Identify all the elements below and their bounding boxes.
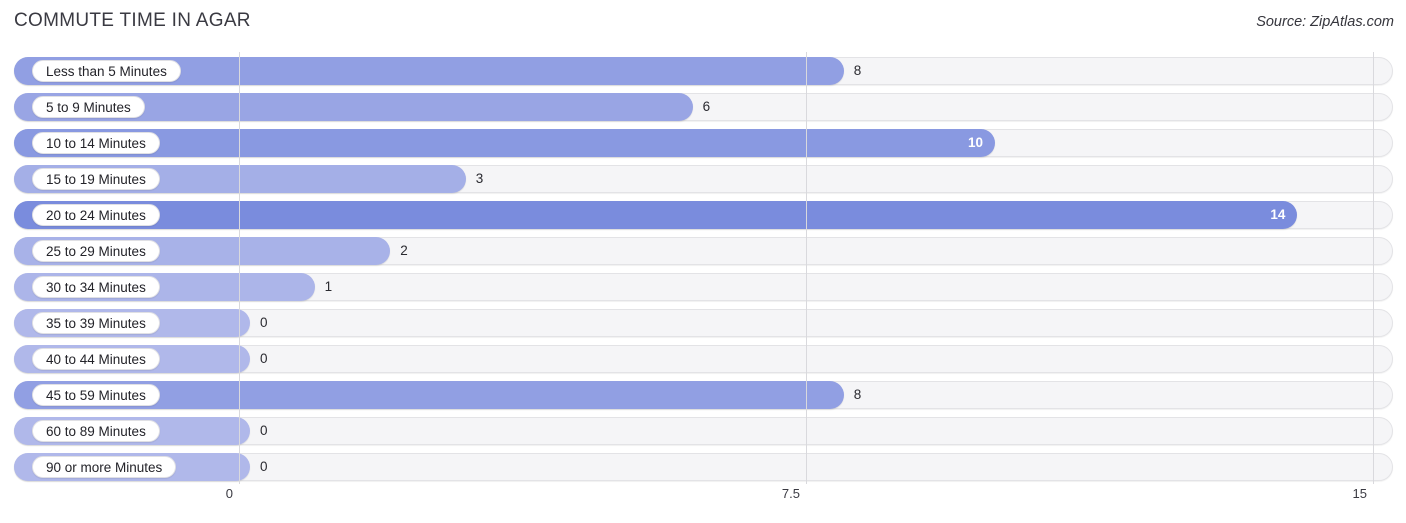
bar-row[interactable]: 14 20 to 24 Minutes [14,201,1393,229]
bar-category-label: 90 or more Minutes [32,456,177,478]
bar-category-label: 35 to 39 Minutes [32,312,160,334]
x-tick-label: 7.5 [781,486,800,501]
bar-row[interactable]: 5 to 9 Minutes 6 [14,93,1393,121]
bar-value-label: 0 [260,459,268,474]
bar-value-label: 0 [260,315,268,330]
bar-category-label: Less than 5 Minutes [32,60,181,82]
bar-value-label: 10 [967,135,983,150]
bar-row[interactable]: 10 10 to 14 Minutes [14,129,1393,157]
bar-category-label: 15 to 19 Minutes [32,168,160,190]
bar-row[interactable]: 15 to 19 Minutes 3 [14,165,1393,193]
bar-category-label: 25 to 29 Minutes [32,240,160,262]
bar-category-label: 40 to 44 Minutes [32,348,160,370]
bar-category-label: 60 to 89 Minutes [32,420,160,442]
bar-category-label: 5 to 9 Minutes [32,96,145,118]
bar-row[interactable]: Less than 5 Minutes 8 [14,57,1393,85]
bar-category-label: 20 to 24 Minutes [32,204,160,226]
bar-row[interactable]: 45 to 59 Minutes 8 [14,381,1393,409]
bar-category-label: 30 to 34 Minutes [32,276,160,298]
bar-category-label: 10 to 14 Minutes [32,132,160,154]
page-title: COMMUTE TIME IN AGAR [14,10,251,31]
plot-area: Less than 5 Minutes 8 5 to 9 Minutes 6 10 10 … [0,52,1406,484]
bar-value-label: 1 [324,279,333,294]
bar-row[interactable]: 40 to 44 Minutes 0 [14,345,1393,373]
bar-value-label: 3 [475,171,484,186]
bar-value-label: 8 [853,63,862,78]
bar-value-label: 0 [260,423,268,438]
x-tick-label: 15 [1352,486,1367,501]
bar[interactable]: 14 [14,201,1298,229]
bar-value-label: 8 [853,387,862,402]
bar-value-label: 14 [1270,207,1286,222]
chart-page: COMMUTE TIME IN AGAR Source: ZipAtlas.co… [0,0,1406,523]
bar-row[interactable]: 35 to 39 Minutes 0 [14,309,1393,337]
bar-row[interactable]: 90 or more Minutes 0 [14,453,1393,481]
x-axis: 0 7.5 15 [0,486,1406,510]
bar[interactable]: 10 [14,129,995,157]
bar-row[interactable]: 30 to 34 Minutes 1 [14,273,1393,301]
bar-category-label: 45 to 59 Minutes [32,384,160,406]
bar-value-label: 0 [260,351,268,366]
bar-value-label: 2 [400,243,408,258]
source-attribution: Source: ZipAtlas.com [1256,14,1394,30]
bar-value-label: 6 [702,99,711,114]
x-tick-label: 0 [225,486,233,501]
bar-row[interactable]: 60 to 89 Minutes 0 [14,417,1393,445]
bar-row[interactable]: 25 to 29 Minutes 2 [14,237,1393,265]
